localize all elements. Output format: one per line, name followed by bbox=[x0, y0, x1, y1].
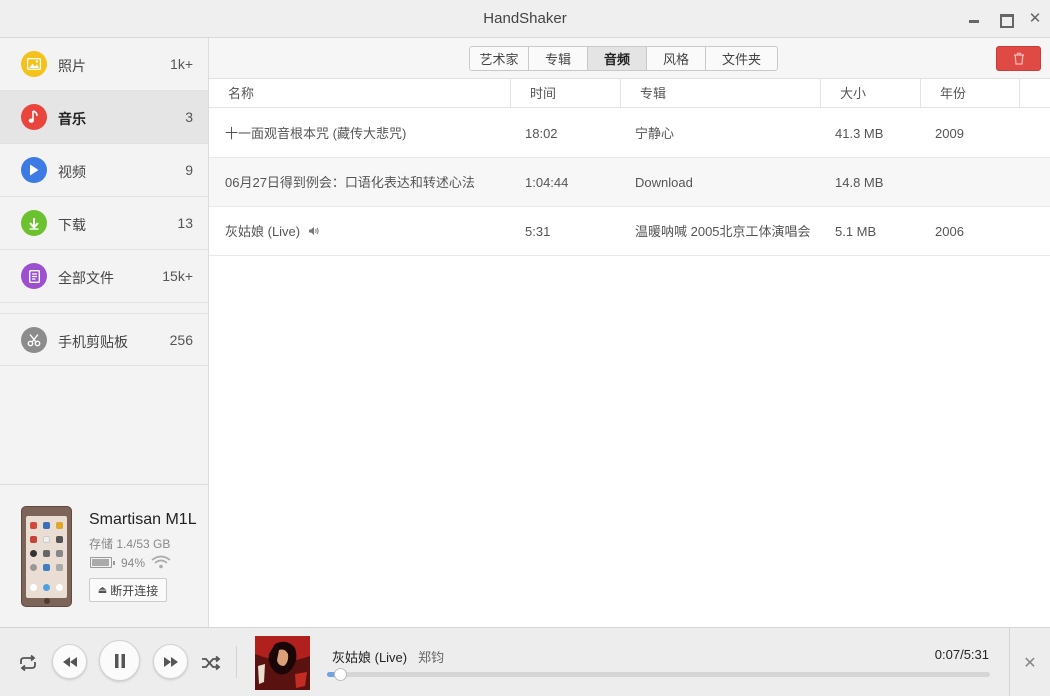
tab-audio[interactable]: 音频 bbox=[588, 47, 647, 70]
scissors-icon bbox=[21, 327, 47, 353]
track-size: 14.8 MB bbox=[835, 175, 884, 190]
sidebar-item-count: 15k+ bbox=[162, 268, 193, 284]
track-album: Download bbox=[635, 175, 693, 190]
battery-level: 94% bbox=[121, 556, 146, 570]
sidebar-item-all-files[interactable]: 全部文件 15k+ bbox=[0, 250, 208, 303]
track-name: 灰姑娘 (Live) bbox=[225, 224, 301, 239]
track-size: 5.1 MB bbox=[835, 224, 877, 239]
shuffle-icon[interactable] bbox=[200, 652, 222, 674]
maximize-button[interactable] bbox=[997, 11, 1014, 28]
sidebar-item-count: 13 bbox=[177, 215, 193, 231]
track-name-cell: 灰姑娘 (Live) bbox=[225, 207, 505, 256]
tab-folders[interactable]: 文件夹 bbox=[706, 47, 777, 70]
table-header: 名称 时间 专辑 大小 年份 bbox=[209, 79, 1050, 108]
speaker-icon bbox=[308, 209, 320, 256]
wifi-icon bbox=[151, 555, 171, 569]
sidebar-item-count: 9 bbox=[185, 162, 193, 178]
sidebar-item-count: 256 bbox=[169, 332, 193, 348]
sidebar: 照片 1k+ 音乐 3 视频 9 下载 13 全部文件 15k+ 手机剪贴板 2… bbox=[0, 38, 209, 627]
tab-group: 艺术家 专辑 音频 风格 文件夹 bbox=[469, 46, 778, 71]
sidebar-item-label: 下载 bbox=[58, 217, 86, 233]
download-arrow-icon bbox=[21, 210, 47, 236]
battery-icon bbox=[90, 557, 115, 568]
device-name: Smartisan M1L bbox=[89, 511, 197, 528]
document-icon bbox=[21, 263, 47, 289]
sidebar-item-downloads[interactable]: 下载 13 bbox=[0, 197, 208, 250]
close-icon: ✕ bbox=[1023, 654, 1037, 672]
eject-icon: ⏏ bbox=[97, 584, 108, 596]
column-header-album[interactable]: 专辑 bbox=[621, 79, 821, 108]
track-name: 十一面观音根本咒 (藏传大悲咒) bbox=[225, 126, 407, 141]
column-header-year[interactable]: 年份 bbox=[921, 79, 1020, 108]
table-row[interactable]: 灰姑娘 (Live) 5:31 温暖呐喊 2005北京工体演唱会 5.1 MB … bbox=[209, 207, 1050, 256]
progress-handle[interactable] bbox=[334, 668, 348, 681]
track-time: 5:31 bbox=[525, 224, 551, 239]
track-time: 18:02 bbox=[525, 126, 558, 141]
sidebar-item-label: 手机剪贴板 bbox=[58, 334, 128, 350]
close-player-button[interactable]: ✕ bbox=[1009, 628, 1050, 696]
device-storage: 存储 1.4/53 GB bbox=[89, 537, 171, 551]
track-year bbox=[935, 158, 1015, 207]
window-title: HandShaker bbox=[483, 10, 567, 27]
trash-icon bbox=[1013, 52, 1024, 65]
table-row[interactable]: 十一面观音根本咒 (藏传大悲咒) 18:02 宁静心 41.3 MB 2009 bbox=[209, 109, 1050, 158]
track-time: 1:04:44 bbox=[525, 175, 569, 190]
delete-button[interactable] bbox=[996, 46, 1041, 71]
music-note-icon bbox=[21, 104, 47, 130]
phone-image bbox=[21, 506, 72, 607]
toolbar: 艺术家 专辑 音频 风格 文件夹 bbox=[209, 38, 1050, 79]
sidebar-item-photos[interactable]: 照片 1k+ bbox=[0, 38, 208, 91]
track-name: 06月27日得到例会：口语化表达和转述心法 bbox=[225, 175, 475, 190]
progress-slider[interactable] bbox=[327, 668, 990, 681]
pause-icon bbox=[114, 653, 125, 668]
sidebar-item-music[interactable]: 音乐 3 bbox=[0, 91, 208, 144]
fast-forward-button[interactable] bbox=[153, 644, 188, 679]
sidebar-item-label: 照片 bbox=[58, 58, 86, 74]
column-header-name[interactable]: 名称 bbox=[209, 79, 511, 108]
pause-button[interactable] bbox=[99, 640, 140, 681]
player-bar: 灰姑娘 (Live) 郑钧 0:07/5:31 ✕ bbox=[0, 627, 1050, 696]
disconnect-label: 断开连接 bbox=[110, 583, 159, 598]
main-panel: 艺术家 专辑 音频 风格 文件夹 名称 时间 专辑 大小 年份 十一面观音根本咒… bbox=[209, 38, 1050, 627]
tab-artists[interactable]: 艺术家 bbox=[470, 47, 529, 70]
sidebar-item-label: 视频 bbox=[58, 164, 86, 180]
divider bbox=[236, 646, 237, 678]
now-playing-artist: 郑钧 bbox=[418, 650, 445, 665]
disconnect-button[interactable]: ⏏ 断开连接 bbox=[89, 578, 167, 602]
close-window-button[interactable]: ✕ bbox=[1027, 11, 1043, 27]
title-bar: HandShaker ✕ bbox=[0, 0, 1050, 38]
sidebar-item-count: 3 bbox=[185, 109, 193, 125]
track-year: 2009 bbox=[935, 126, 964, 141]
rewind-icon bbox=[62, 656, 77, 667]
playback-time: 0:07/5:31 bbox=[934, 647, 989, 662]
sidebar-item-video[interactable]: 视频 9 bbox=[0, 144, 208, 197]
play-icon bbox=[21, 157, 47, 183]
fast-forward-icon bbox=[163, 656, 178, 667]
sidebar-item-label: 音乐 bbox=[58, 111, 86, 127]
track-album: 宁静心 bbox=[635, 126, 675, 141]
repeat-icon[interactable] bbox=[17, 652, 39, 674]
column-header-time[interactable]: 时间 bbox=[511, 79, 621, 108]
track-album: 温暖呐喊 2005北京工体演唱会 bbox=[635, 224, 811, 239]
photo-icon bbox=[21, 51, 47, 77]
track-size: 41.3 MB bbox=[835, 126, 884, 141]
column-header-size[interactable]: 大小 bbox=[821, 79, 921, 108]
track-year: 2006 bbox=[935, 224, 964, 239]
tab-genres[interactable]: 风格 bbox=[647, 47, 706, 70]
sidebar-item-clipboard[interactable]: 手机剪贴板 256 bbox=[0, 313, 208, 366]
tab-albums[interactable]: 专辑 bbox=[529, 47, 588, 70]
sidebar-item-count: 1k+ bbox=[170, 56, 193, 72]
album-cover[interactable] bbox=[255, 636, 310, 690]
minimize-button[interactable] bbox=[966, 11, 982, 27]
table-row[interactable]: 06月27日得到例会：口语化表达和转述心法 1:04:44 Download 1… bbox=[209, 158, 1050, 207]
device-panel: Smartisan M1L 存储 1.4/53 GB 94% ⏏ 断开连接 bbox=[0, 484, 208, 627]
rewind-button[interactable] bbox=[52, 644, 87, 679]
sidebar-item-label: 全部文件 bbox=[58, 270, 114, 286]
now-playing-title: 灰姑娘 (Live) bbox=[332, 650, 408, 665]
